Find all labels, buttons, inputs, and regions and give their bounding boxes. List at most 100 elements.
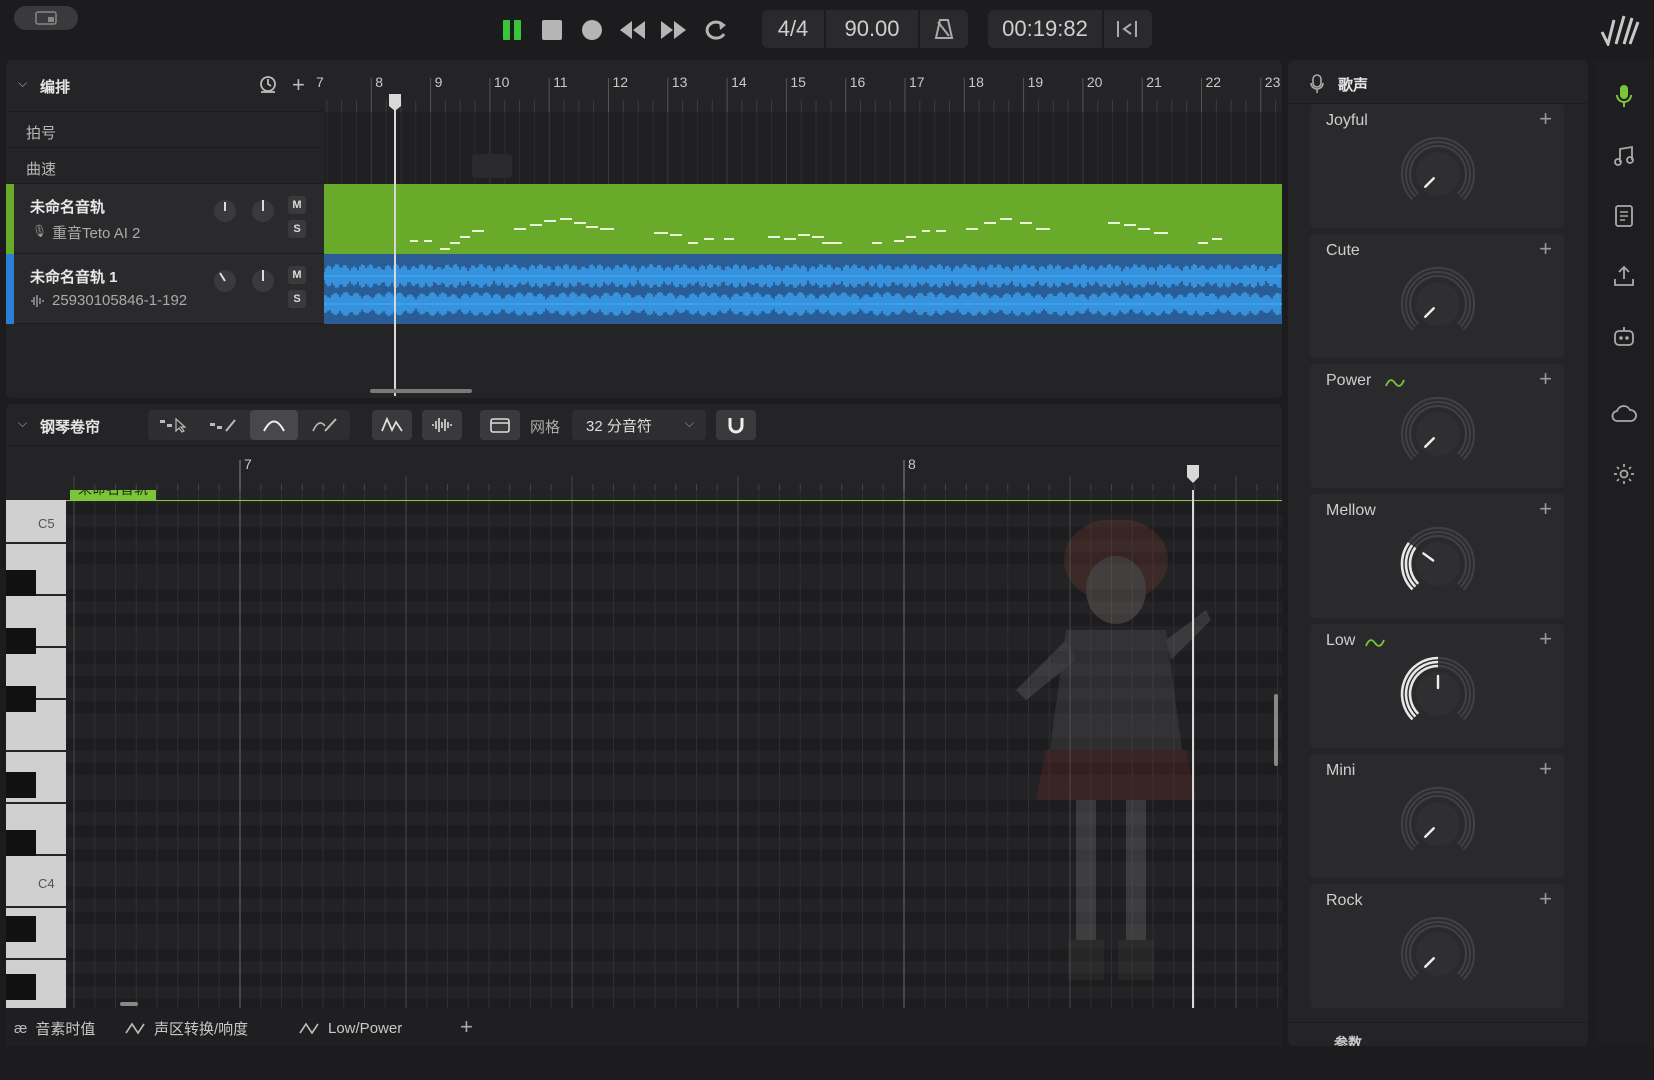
style-strength-knob[interactable] xyxy=(1398,264,1478,344)
playhead-handle-icon[interactable] xyxy=(387,92,403,112)
track-header[interactable]: 未命名音轨 🎙 重音Teto AI 2 M S xyxy=(6,184,324,254)
vocal-logo-icon xyxy=(1600,15,1640,49)
pitch-curve-tool-button[interactable] xyxy=(250,410,298,440)
add-parameter-tab-button[interactable]: + xyxy=(460,1014,473,1040)
solo-button[interactable]: S xyxy=(288,220,306,238)
tab-phoneme-timing[interactable]: æ 音素时值 xyxy=(14,1008,95,1048)
solo-button[interactable]: S xyxy=(288,290,306,308)
style-strength-knob[interactable] xyxy=(1398,784,1478,864)
pitch-draw-tool-button[interactable] xyxy=(302,410,348,440)
waveform-view-toggle[interactable] xyxy=(422,410,462,440)
track-name[interactable]: 未命名音轨 1 xyxy=(30,266,118,287)
timeline-settings-button[interactable] xyxy=(258,74,278,99)
playhead[interactable] xyxy=(1192,490,1194,1008)
stop-button[interactable] xyxy=(534,12,570,48)
add-automation-button[interactable]: + xyxy=(1539,236,1552,262)
microphone-icon xyxy=(1616,85,1632,107)
pitch-view-toggle[interactable] xyxy=(372,410,412,440)
tab-low-power[interactable]: Low/Power xyxy=(298,1008,402,1048)
vertical-scrollbar[interactable] xyxy=(1274,694,1278,766)
note-grid[interactable]: 未命名音轨 xyxy=(66,490,1282,1008)
keyboard-scroll-handle[interactable] xyxy=(120,1002,138,1006)
pause-button[interactable] xyxy=(494,12,530,48)
sidebar-item-export[interactable] xyxy=(1606,258,1642,294)
fast-forward-button[interactable] xyxy=(656,12,692,48)
playhead[interactable] xyxy=(394,98,396,396)
track-header[interactable]: 未命名音轨 1 25930105846-1-192 M S xyxy=(6,254,324,324)
collapse-chevron-icon[interactable]: ⌵ xyxy=(18,76,27,91)
midi-clip[interactable] xyxy=(324,184,1282,254)
parameter-tabs: æ 音素时值 声区转换/响度 Low/Power + xyxy=(6,1008,1282,1046)
voice-style-card: Power + xyxy=(1310,364,1564,488)
track-boundary-line xyxy=(66,500,1282,501)
robot-icon xyxy=(1614,327,1634,346)
playhead-handle-icon[interactable] xyxy=(1186,464,1200,484)
cloud-icon xyxy=(1611,405,1637,422)
style-strength-knob[interactable] xyxy=(1398,524,1478,604)
clock-icon xyxy=(260,76,276,93)
add-automation-button[interactable]: + xyxy=(1539,366,1552,392)
style-strength-knob[interactable] xyxy=(1398,134,1478,214)
add-automation-button[interactable]: + xyxy=(1539,886,1552,912)
window-menu-button[interactable] xyxy=(14,6,78,30)
audio-clip[interactable] xyxy=(323,254,1282,324)
sidebar-item-lyrics[interactable] xyxy=(1606,198,1642,234)
track-tag: 未命名音轨 xyxy=(70,490,156,500)
tempo-value[interactable]: 90.00 xyxy=(826,10,918,48)
tab-register-loudness[interactable]: 声区转换/响度 xyxy=(124,1008,248,1048)
video-toggle[interactable] xyxy=(480,410,520,440)
rewind-button[interactable] xyxy=(614,12,650,48)
mute-button[interactable]: M xyxy=(288,196,306,214)
add-track-button[interactable]: + xyxy=(292,72,305,98)
add-automation-button[interactable]: + xyxy=(1539,756,1552,782)
style-strength-knob[interactable] xyxy=(1398,914,1478,994)
sidebar-item-ai[interactable] xyxy=(1606,318,1642,354)
style-strength-knob[interactable] xyxy=(1398,394,1478,474)
grid-select-value: 32 分音符 xyxy=(586,417,652,435)
style-strength-knob[interactable] xyxy=(1398,654,1478,734)
automation-curve-icon[interactable] xyxy=(1384,376,1406,390)
piano-roll-ruler[interactable]: 7 8 xyxy=(6,446,1282,490)
add-automation-button[interactable]: + xyxy=(1539,106,1552,132)
add-automation-button[interactable]: + xyxy=(1539,496,1552,522)
loop-button[interactable] xyxy=(698,12,734,48)
piano-roll-toolbar: ⌵ 钢琴卷帘 网格 32 分音符 ⌵ xyxy=(6,404,1282,446)
automation-curve-icon[interactable] xyxy=(1364,636,1386,650)
collapse-chevron-icon[interactable]: ⌵ xyxy=(18,416,27,431)
piano-keyboard[interactable]: C5 C4 xyxy=(6,500,66,1008)
voice-panel-title: 歌声 xyxy=(1338,77,1369,94)
horizontal-scrollbar[interactable] xyxy=(370,389,472,393)
magnet-icon xyxy=(728,418,744,434)
arrangement-panel: ⌵ 编排 + 7 8 9 10 11 12 13 14 15 16 17 18 19 20 21 22 23 拍… xyxy=(6,60,1282,398)
select-tool-button[interactable] xyxy=(150,410,196,440)
add-automation-button[interactable]: + xyxy=(1539,626,1552,652)
return-to-start-button[interactable] xyxy=(1104,10,1150,48)
time-signature[interactable]: 4/4 xyxy=(762,10,824,48)
track-name[interactable]: 未命名音轨 xyxy=(30,196,105,217)
track-voice-name[interactable]: 重音Teto AI 2 xyxy=(52,222,140,243)
volume-knob[interactable] xyxy=(212,198,238,229)
tempo-lanes[interactable] xyxy=(324,112,1282,225)
pan-knob[interactable] xyxy=(250,268,276,299)
sidebar-item-settings[interactable] xyxy=(1606,456,1642,492)
voice-style-list[interactable]: Joyful + Cute + Power + Mellow + Low + Mini + Rock + xyxy=(1288,104,1588,1034)
metronome-button[interactable] xyxy=(920,10,968,48)
audio-waveform xyxy=(323,264,1282,316)
draw-note-tool-button[interactable] xyxy=(200,410,246,440)
mute-button[interactable]: M xyxy=(288,266,306,284)
record-button[interactable] xyxy=(574,12,610,48)
microphone-icon: 🎙 xyxy=(32,224,48,238)
sidebar-item-notes[interactable] xyxy=(1606,138,1642,174)
export-icon xyxy=(1614,265,1634,286)
pan-knob[interactable] xyxy=(250,198,276,229)
arrangement-ruler[interactable]: 7 8 9 10 11 12 13 14 15 16 17 18 19 20 21 22 23 xyxy=(316,60,1282,112)
sidebar-item-cloud[interactable] xyxy=(1606,396,1642,432)
audio-file-name[interactable]: 25930105846-1-192 xyxy=(52,292,187,309)
sidebar-item-voice[interactable] xyxy=(1606,78,1642,114)
snap-toggle[interactable] xyxy=(716,410,756,440)
style-name: Mini xyxy=(1326,762,1356,779)
beat-row-header: 拍号 xyxy=(6,112,324,148)
grid-select[interactable]: 32 分音符 ⌵ xyxy=(572,410,706,440)
volume-knob[interactable] xyxy=(212,268,238,299)
parameters-section-title: 参数 xyxy=(1334,1035,1362,1046)
